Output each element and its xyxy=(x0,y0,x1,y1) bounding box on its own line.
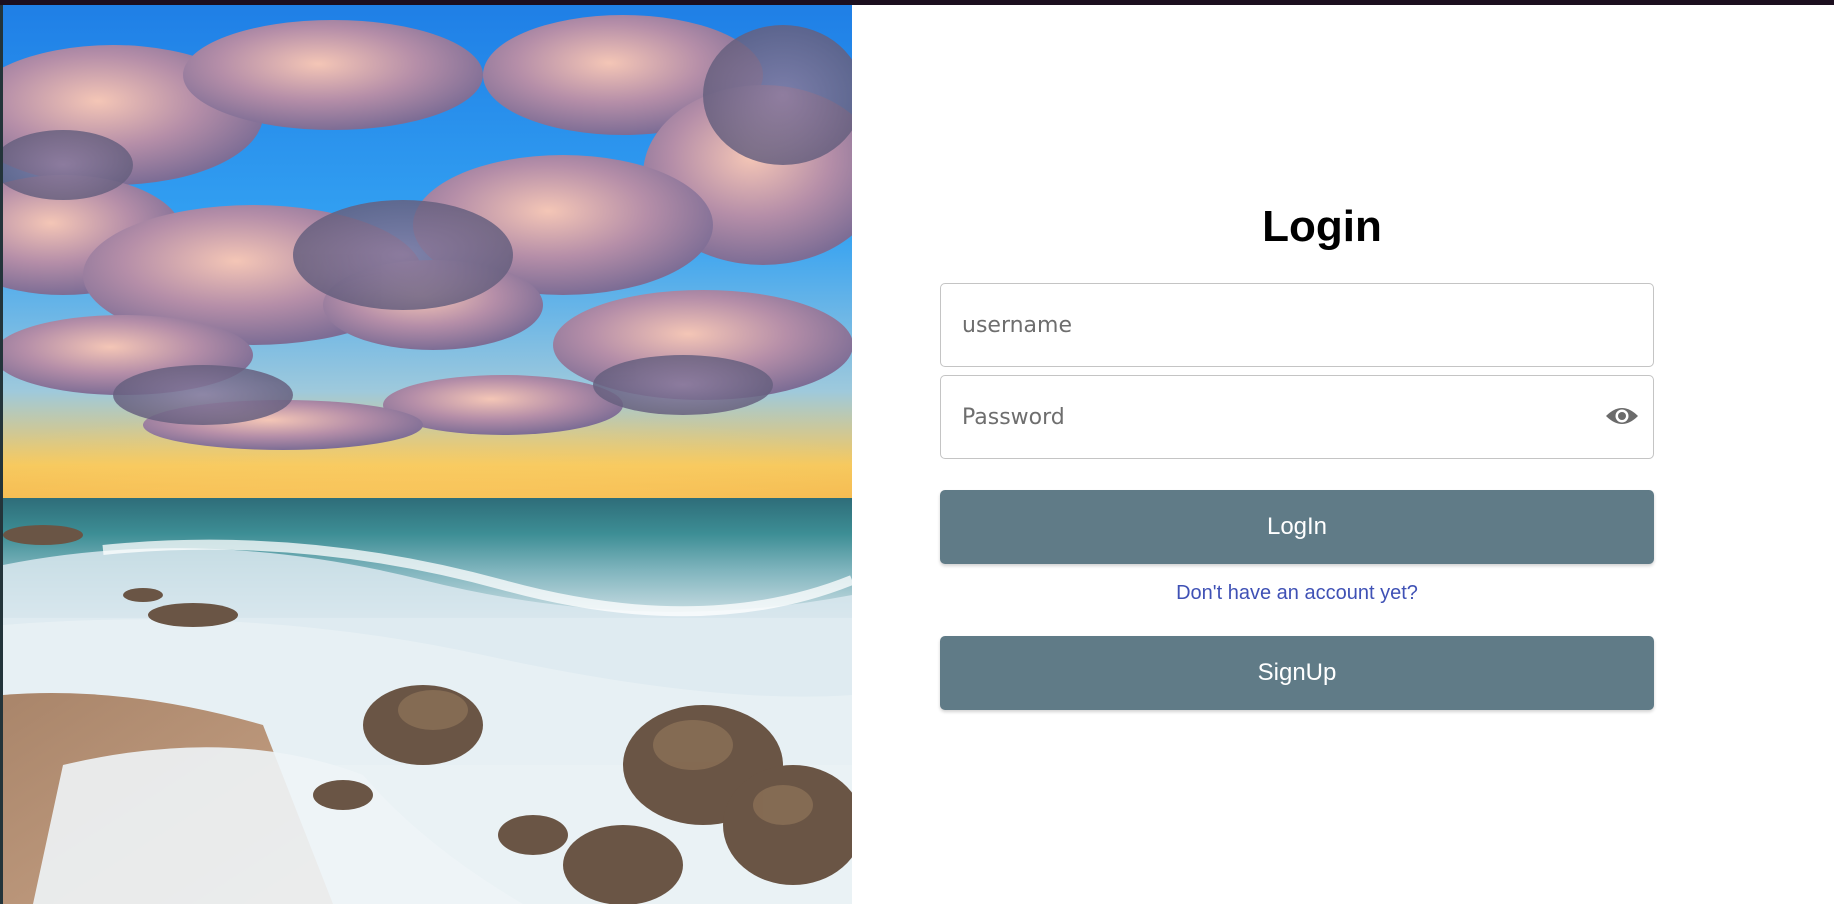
signup-prompt-link[interactable]: Don't have an account yet? xyxy=(940,582,1654,605)
page-title: Login xyxy=(1262,202,1382,251)
password-input[interactable] xyxy=(941,376,1653,458)
username-input[interactable] xyxy=(941,284,1653,366)
login-panel: Login LogIn Don't have an account yet? S… xyxy=(852,5,1834,904)
username-field[interactable] xyxy=(940,283,1654,367)
login-button[interactable]: LogIn xyxy=(940,490,1654,564)
eye-icon[interactable] xyxy=(1605,403,1639,429)
hero-image xyxy=(3,5,852,904)
password-field[interactable] xyxy=(940,375,1654,459)
signup-button[interactable]: SignUp xyxy=(940,636,1654,710)
